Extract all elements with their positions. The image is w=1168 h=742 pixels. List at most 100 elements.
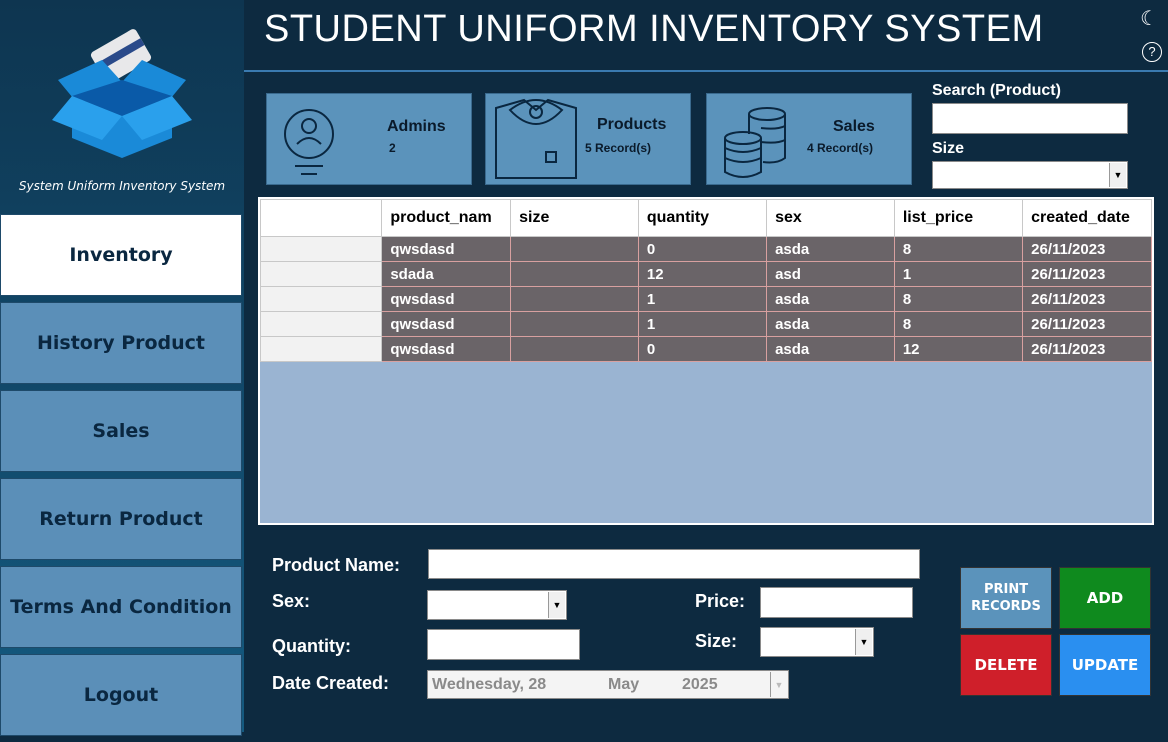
table-cell	[510, 236, 639, 262]
date-month: May	[608, 676, 640, 693]
sidebar-item-history-product[interactable]: History Product	[0, 302, 242, 384]
box-logo-icon	[52, 29, 192, 158]
col-header[interactable]: list_price	[893, 199, 1024, 237]
quantity-label: Quantity:	[272, 636, 351, 656]
date-day: Wednesday, 28	[432, 676, 547, 693]
sidebar-item-label: Inventory	[69, 244, 173, 266]
quantity-input[interactable]	[427, 629, 580, 660]
sidebar: System Uniform Inventory System Inventor…	[0, 0, 244, 736]
products-card[interactable]: Products 5 Record(s)	[485, 93, 691, 185]
size-select[interactable]: ▼	[760, 627, 874, 657]
admins-value: 2	[389, 141, 396, 155]
col-header[interactable]: sex	[766, 199, 895, 237]
table-cell: 8	[893, 286, 1024, 312]
table-cell: asda	[766, 311, 895, 337]
col-header[interactable]: size	[510, 199, 639, 237]
product-name-label: Product Name:	[272, 555, 401, 575]
table-cell: sdada	[381, 261, 512, 287]
row-header[interactable]	[260, 311, 383, 337]
search-product-label: Search (Product)	[932, 82, 1061, 99]
shirt-icon	[495, 98, 577, 179]
table-cell: asda	[766, 286, 895, 312]
table-cell: qwsdasd	[381, 286, 512, 312]
products-value: 5 Record(s)	[585, 141, 652, 155]
col-header[interactable]: created_date	[1022, 199, 1152, 237]
row-header[interactable]	[260, 261, 383, 287]
table-cell: asd	[766, 261, 895, 287]
table-cell	[510, 311, 639, 337]
chevron-down-icon: ▼	[855, 629, 872, 655]
header: STUDENT UNIFORM INVENTORY SYSTEM ☾ ?	[244, 0, 1168, 72]
sidebar-item-return-product[interactable]: Return Product	[0, 478, 242, 560]
table-row[interactable]: sdada 12 asd 1 26/11/2023	[260, 261, 1152, 287]
table-cell: 26/11/2023	[1022, 261, 1152, 287]
col-header[interactable]: product_nam	[381, 199, 512, 237]
table-cell: 0	[637, 336, 768, 362]
row-header[interactable]	[260, 236, 383, 262]
table-cell: 1	[637, 286, 768, 312]
table-cell: 1	[893, 261, 1024, 287]
sales-value: 4 Record(s)	[807, 141, 874, 155]
moon-icon[interactable]: ☾	[1140, 6, 1158, 31]
logo-area: System Uniform Inventory System	[0, 0, 244, 212]
sidebar-item-inventory[interactable]: Inventory	[0, 214, 242, 296]
date-year: 2025	[682, 676, 718, 693]
search-input[interactable]	[932, 103, 1128, 134]
sales-card[interactable]: Sales 4 Record(s)	[706, 93, 912, 185]
sidebar-item-terms[interactable]: Terms And Condition	[0, 566, 242, 648]
update-button[interactable]: UPDATE	[1059, 634, 1151, 696]
delete-button[interactable]: DELETE	[960, 634, 1052, 696]
search-size-label: Size	[932, 140, 965, 157]
size-label: Size:	[695, 631, 738, 651]
logo-caption: System Uniform Inventory System	[18, 179, 226, 193]
table-row[interactable]: qwsdasd 1 asda 8 26/11/2023	[260, 286, 1152, 312]
sidebar-nav: Inventory History Product Sales Return P…	[0, 214, 244, 742]
table-header-row: product_nam size quantity sex list_price…	[260, 199, 1152, 237]
table-cell: 26/11/2023	[1022, 311, 1152, 337]
sidebar-item-label: Return Product	[39, 508, 203, 530]
size-filter-select[interactable]: ▼	[932, 161, 1128, 189]
table-cell: 12	[893, 336, 1024, 362]
table-cell: qwsdasd	[381, 236, 512, 262]
price-input[interactable]	[760, 587, 913, 618]
row-header[interactable]	[260, 286, 383, 312]
table-cell: qwsdasd	[381, 336, 512, 362]
table-cell: 8	[893, 311, 1024, 337]
sidebar-item-label: History Product	[36, 332, 206, 354]
table-cell: asda	[766, 336, 895, 362]
table-cell: 0	[637, 236, 768, 262]
table-cell: qwsdasd	[381, 311, 512, 337]
inventory-table[interactable]: product_nam size quantity sex list_price…	[258, 197, 1154, 525]
admins-card[interactable]: Admins 2	[266, 93, 472, 185]
table-cell	[510, 261, 639, 287]
sex-select[interactable]: ▼	[427, 590, 567, 620]
main-panel: STUDENT UNIFORM INVENTORY SYSTEM ☾ ? Adm…	[244, 0, 1168, 732]
table-row[interactable]: qwsdasd 1 asda 8 26/11/2023	[260, 311, 1152, 337]
print-records-button[interactable]: PRINT RECORDS	[960, 567, 1052, 629]
sex-label: Sex:	[272, 591, 311, 611]
row-header[interactable]	[260, 336, 383, 362]
col-header[interactable]: quantity	[637, 199, 768, 237]
sidebar-item-sales[interactable]: Sales	[0, 390, 242, 472]
sidebar-item-logout[interactable]: Logout	[0, 654, 242, 736]
chevron-down-icon: ▼	[1109, 163, 1126, 187]
add-button[interactable]: ADD	[1059, 567, 1151, 629]
table-cell: asda	[766, 236, 895, 262]
sidebar-item-label: Terms And Condition	[10, 596, 232, 618]
date-created-picker[interactable]: Wednesday, 28 May 2025 ▼	[427, 670, 789, 699]
table-cell: 26/11/2023	[1022, 286, 1152, 312]
table-cell: 26/11/2023	[1022, 236, 1152, 262]
admins-label: Admins	[387, 118, 446, 135]
date-created-label: Date Created:	[272, 673, 390, 693]
sales-label: Sales	[833, 118, 875, 135]
row-header-corner	[260, 199, 383, 237]
table-cell	[510, 336, 639, 362]
product-name-input[interactable]	[428, 549, 920, 579]
table-row[interactable]: qwsdasd 0 asda 8 26/11/2023	[260, 236, 1152, 262]
table-cell: 12	[637, 261, 768, 287]
help-icon[interactable]: ?	[1142, 42, 1162, 62]
user-icon	[284, 109, 334, 175]
table-cell: 1	[637, 311, 768, 337]
table-cell: 26/11/2023	[1022, 336, 1152, 362]
table-row[interactable]: qwsdasd 0 asda 12 26/11/2023	[260, 336, 1152, 362]
